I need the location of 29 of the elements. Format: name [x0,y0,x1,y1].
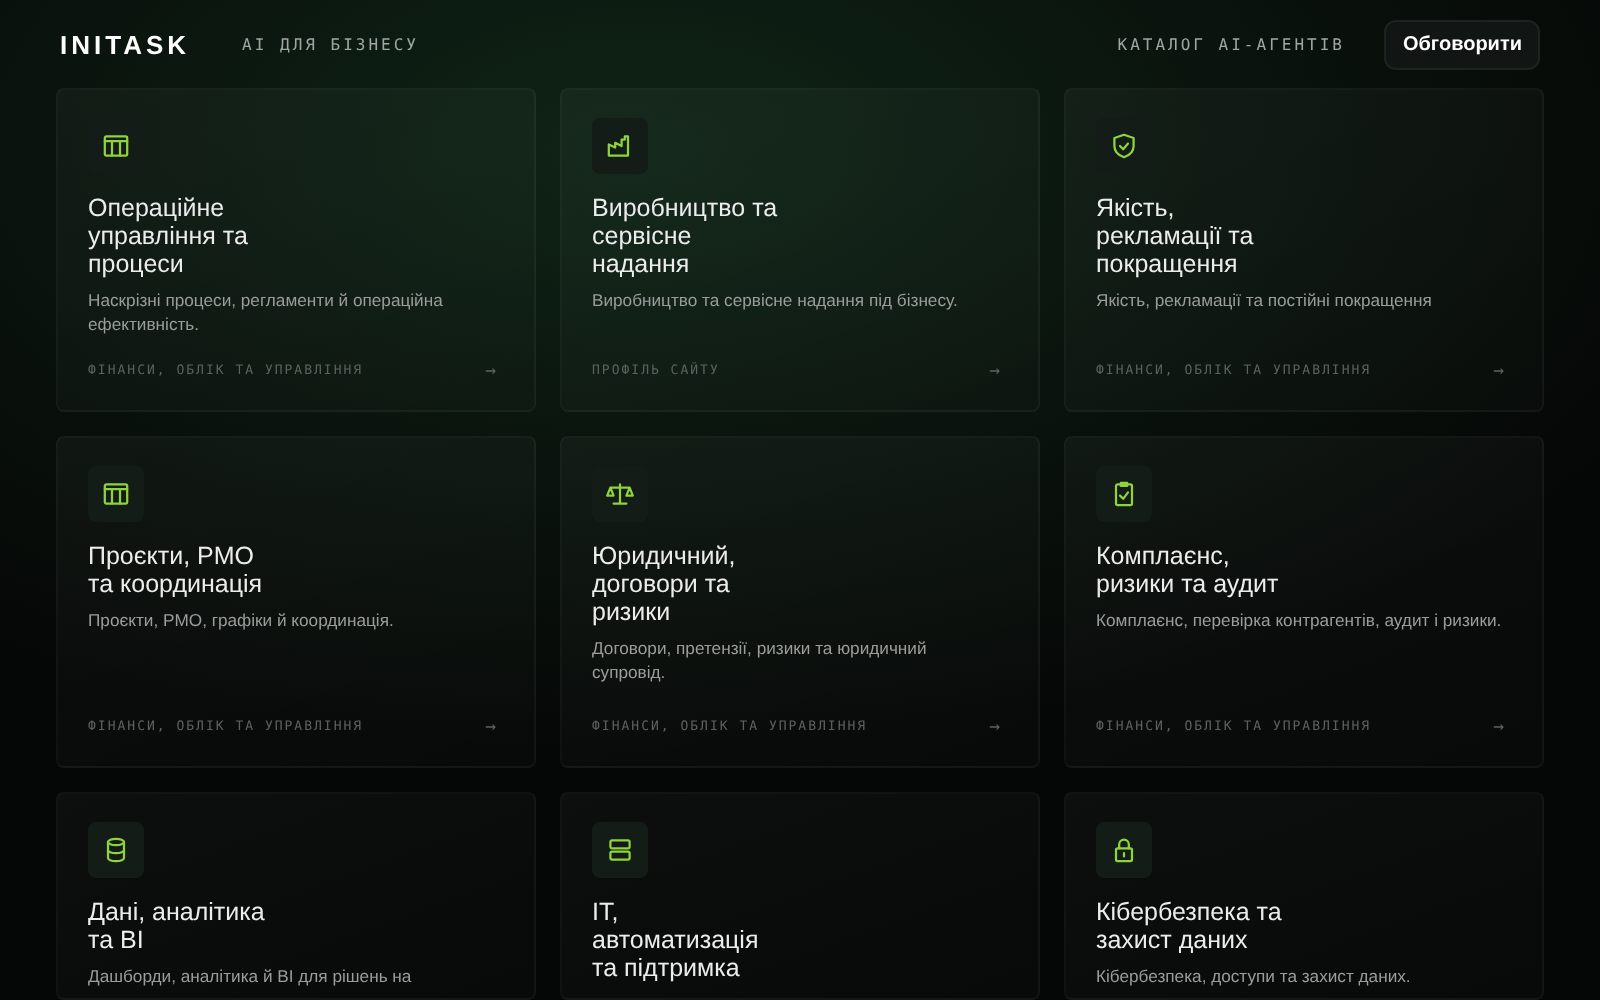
card-title: Виробництво та сервісне надання [592,194,780,278]
card-description: Договори, претензії, ризики та юридичний супровід. [592,638,929,684]
category-card[interactable]: Кібербезпека та захист даних Кібербезпека, доступи та захист даних. [1064,792,1544,1000]
category-card[interactable]: Дані, аналітика та BI Дашборди, аналітика й BI для рішень на [56,792,536,1000]
card-title: Юридичний, договори та ризики [592,542,738,626]
tagline: AI ДЛЯ БІЗНЕСУ [242,35,419,53]
card-title: Якість, рекламації та покращення [1096,194,1256,278]
card-description: Виробництво та сервісне надання під бізнесу. [592,290,960,313]
server-icon [604,834,636,866]
card-description: Кібербезпека, доступи та захист даних. [1096,966,1413,989]
card-title: Кібербезпека та захист даних [1096,898,1284,954]
card-title: Операційне управління та процеси [88,194,250,278]
shield-check-icon [1108,130,1140,162]
card-description: Проєкти, PMO, графіки й координація. [88,610,396,633]
grid-icon [100,130,132,162]
card-title: Комплаєнс, ризики та аудит [1096,542,1281,598]
discuss-button[interactable]: Обговорити [1384,19,1540,69]
scale-icon [604,478,636,510]
logo[interactable]: INITASK [60,29,191,59]
card-title: Проєкти, PMO та координація [88,542,265,598]
card-description: Якість, рекламації та постійні покращення [1096,290,1434,313]
category-card[interactable]: IT, автоматизація та підтримка [560,792,1040,1000]
catalog-link[interactable]: КАТАЛОГ AI-АГЕНТІВ [1117,35,1345,53]
card-description: Комплаєнс, перевірка контрагентів, аудит і ризики. [1096,610,1504,633]
card-description: Наскрізні процеси, регламенти й операційна ефективність. [88,290,445,336]
card-description: Дашборди, аналітика й BI для рішень на [88,966,414,989]
card-title: IT, автоматизація та підтримка [592,898,761,982]
grid-icon [100,478,132,510]
card-title: Дані, аналітика та BI [88,898,267,954]
